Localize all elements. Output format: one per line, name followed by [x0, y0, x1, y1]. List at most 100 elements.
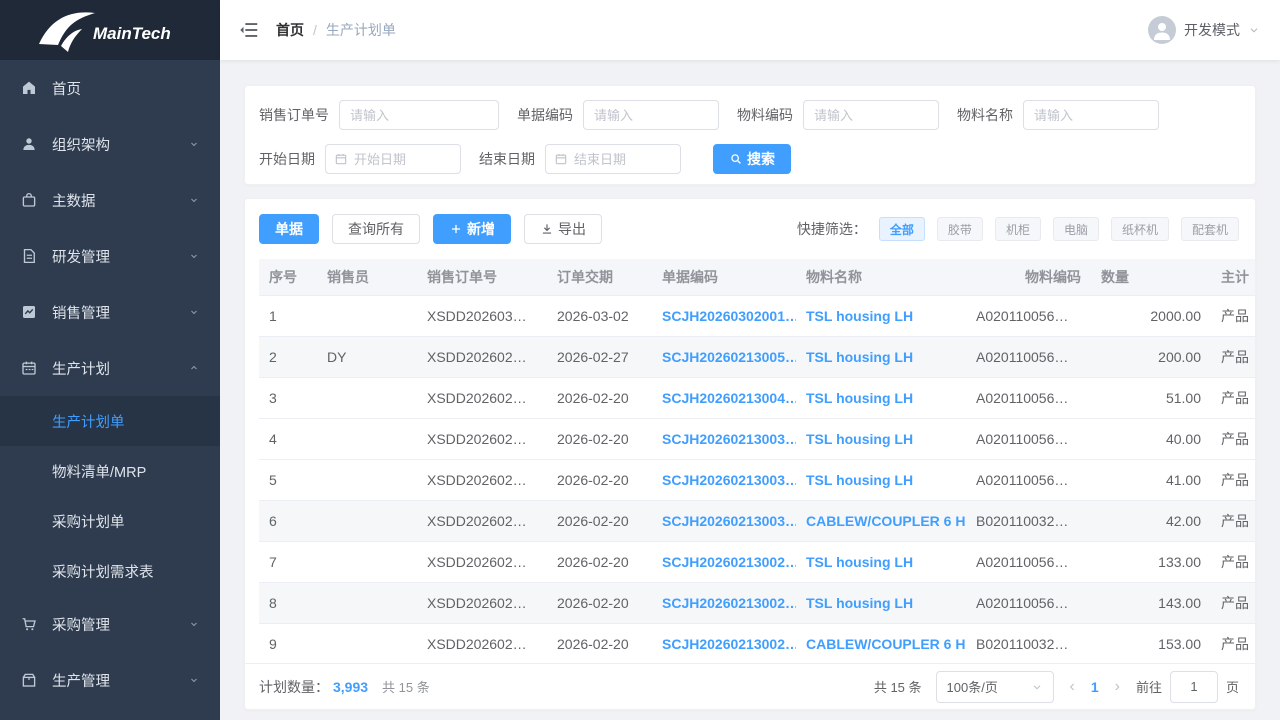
- quick-filter-chip[interactable]: 电脑: [1053, 217, 1099, 241]
- sidebar-item-master-data[interactable]: 主数据: [0, 172, 220, 228]
- table-row[interactable]: 9 XSDD202602… 2026-02-20 SCJH20260213002…: [259, 623, 1256, 663]
- cell-material-name: TSL housing LH: [796, 582, 966, 623]
- current-page[interactable]: 1: [1091, 679, 1099, 695]
- doc-code-link[interactable]: SCJH20260213003…: [662, 472, 796, 488]
- cell-doc-code: SCJH20260302001…: [652, 295, 796, 336]
- package-icon: [20, 671, 38, 689]
- end-date-input[interactable]: [574, 152, 672, 167]
- cell-seq: 9: [259, 623, 317, 663]
- quick-filter-chips: 全部胶带机柜电脑纸杯机配套机: [879, 217, 1239, 241]
- material-name-link[interactable]: TSL housing LH: [806, 390, 913, 406]
- goto-page-input[interactable]: [1170, 671, 1218, 703]
- sidebar-item-production-plan[interactable]: 生产计划: [0, 340, 220, 396]
- topbar: 首页 / 生产计划单 开发模式: [220, 0, 1280, 60]
- material-name-link[interactable]: TSL housing LH: [806, 554, 913, 570]
- cell-plan-type: 产品: [1211, 295, 1256, 336]
- sidebar-item-rnd[interactable]: 研发管理: [0, 228, 220, 284]
- user-icon: [20, 135, 38, 153]
- start-date-picker[interactable]: [325, 144, 461, 174]
- export-button[interactable]: 导出: [524, 214, 602, 244]
- sidebar-subitem-bom-mrp[interactable]: 物料清单/MRP: [0, 446, 220, 496]
- sidebar-item-home[interactable]: 首页: [0, 60, 220, 116]
- doc-code-link[interactable]: SCJH20260213002…: [662, 636, 796, 652]
- sidebar-subitem-purchase-plan-demand[interactable]: 采购计划需求表: [0, 546, 220, 596]
- table-row[interactable]: 5 XSDD202602… 2026-02-20 SCJH20260213003…: [259, 459, 1256, 500]
- cell-salesperson: DY: [317, 336, 417, 377]
- sidebar-item-purchasing[interactable]: 采购管理: [0, 596, 220, 652]
- doc-code-link[interactable]: SCJH20260213004…: [662, 390, 796, 406]
- column-header: 订单交期: [547, 259, 652, 295]
- filter-input[interactable]: [583, 100, 719, 130]
- sidebar-subitem-label: 物料清单/MRP: [52, 461, 146, 482]
- doc-code-link[interactable]: SCJH20260213003…: [662, 513, 796, 529]
- material-name-link[interactable]: TSL housing LH: [806, 595, 913, 611]
- sidebar-subitem-purchase-plan-order[interactable]: 采购计划单: [0, 496, 220, 546]
- quick-filter-chip[interactable]: 配套机: [1181, 217, 1239, 241]
- sidebar-item-sales[interactable]: 销售管理: [0, 284, 220, 340]
- chevron-down-icon: [188, 138, 200, 150]
- add-button-label: 新增: [467, 219, 495, 239]
- prev-page-button[interactable]: ‹: [1068, 678, 1077, 696]
- quick-filter-chip[interactable]: 胶带: [937, 217, 983, 241]
- quick-filter-chip[interactable]: 全部: [879, 217, 925, 241]
- sidebar-subitem-label: 生产计划单: [52, 411, 125, 432]
- search-button-label: 搜索: [747, 149, 775, 169]
- sidebar-subitem-label: 采购计划单: [52, 511, 125, 532]
- cell-material-name: TSL housing LH: [796, 541, 966, 582]
- sidebar-item-org[interactable]: 组织架构: [0, 116, 220, 172]
- query-all-button[interactable]: 查询所有: [332, 214, 420, 244]
- search-button[interactable]: 搜索: [713, 144, 791, 174]
- table-row[interactable]: 1 XSDD202603… 2026-03-02 SCJH20260302001…: [259, 295, 1256, 336]
- page-size-select[interactable]: 100条/页: [936, 671, 1054, 703]
- document-button[interactable]: 单据: [259, 214, 319, 244]
- sidebar-subitem-production-plan-order[interactable]: 生产计划单: [0, 396, 220, 446]
- material-name-link[interactable]: TSL housing LH: [806, 431, 913, 447]
- doc-code-link[interactable]: SCJH20260213003…: [662, 431, 796, 447]
- filter-label: 单据编码: [517, 105, 573, 125]
- cell-delivery-date: 2026-02-27: [547, 336, 652, 377]
- start-date-input[interactable]: [354, 152, 452, 167]
- material-name-link[interactable]: CABLEW/COUPLER 6 HE: [806, 513, 966, 529]
- sidebar-collapse-icon[interactable]: [238, 19, 260, 41]
- cell-doc-code: SCJH20260213005…: [652, 336, 796, 377]
- table-row[interactable]: 7 XSDD202602… 2026-02-20 SCJH20260213002…: [259, 541, 1256, 582]
- table-row[interactable]: 6 XSDD202602… 2026-02-20 SCJH20260213003…: [259, 500, 1256, 541]
- chart-icon: [20, 303, 38, 321]
- material-name-link[interactable]: TSL housing LH: [806, 472, 913, 488]
- filter-input[interactable]: [803, 100, 939, 130]
- sidebar-item-production-mgmt[interactable]: 生产管理: [0, 652, 220, 708]
- material-name-link[interactable]: TSL housing LH: [806, 349, 913, 365]
- table-row[interactable]: 8 XSDD202602… 2026-02-20 SCJH20260213002…: [259, 582, 1256, 623]
- end-date-picker[interactable]: [545, 144, 681, 174]
- table-row[interactable]: 2 DY XSDD202602… 2026-02-27 SCJH20260213…: [259, 336, 1256, 377]
- cart-icon: [20, 615, 38, 633]
- quick-filter-chip[interactable]: 纸杯机: [1111, 217, 1169, 241]
- calendar-icon: [20, 359, 38, 377]
- cell-salesperson: [317, 623, 417, 663]
- cell-doc-code: SCJH20260213003…: [652, 459, 796, 500]
- main-area: 首页 / 生产计划单 开发模式 销售订单号: [220, 0, 1280, 720]
- doc-code-link[interactable]: SCJH20260213002…: [662, 595, 796, 611]
- breadcrumb-current: 生产计划单: [326, 20, 396, 40]
- doc-code-link[interactable]: SCJH20260213002…: [662, 554, 796, 570]
- material-name-link[interactable]: CABLEW/COUPLER 6 HE: [806, 636, 966, 652]
- cell-material-name: TSL housing LH: [796, 418, 966, 459]
- chevron-down-icon: [1248, 24, 1260, 36]
- doc-code-link[interactable]: SCJH20260302001…: [662, 308, 796, 324]
- filter-input[interactable]: [1023, 100, 1159, 130]
- table-row[interactable]: 3 XSDD202602… 2026-02-20 SCJH20260213004…: [259, 377, 1256, 418]
- user-menu[interactable]: 开发模式: [1148, 16, 1260, 44]
- material-name-link[interactable]: TSL housing LH: [806, 308, 913, 324]
- filter-input[interactable]: [339, 100, 499, 130]
- table-row[interactable]: 4 XSDD202602… 2026-02-20 SCJH20260213003…: [259, 418, 1256, 459]
- quick-filter-chip[interactable]: 机柜: [995, 217, 1041, 241]
- cell-salesperson: [317, 459, 417, 500]
- column-header: 物料名称: [796, 259, 966, 295]
- doc-code-link[interactable]: SCJH20260213005…: [662, 349, 796, 365]
- next-page-button[interactable]: ›: [1113, 678, 1122, 696]
- query-all-button-label: 查询所有: [348, 219, 404, 239]
- cell-salesperson: [317, 377, 417, 418]
- add-button[interactable]: 新增: [433, 214, 511, 244]
- breadcrumb-home[interactable]: 首页: [276, 20, 304, 40]
- sidebar-item-label: 生产管理: [52, 670, 188, 691]
